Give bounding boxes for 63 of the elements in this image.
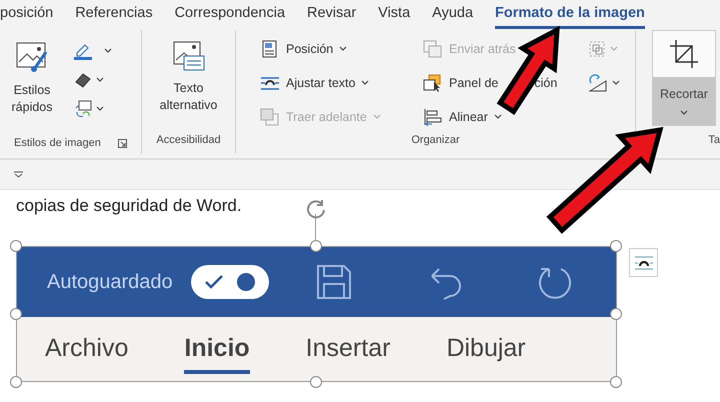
align-icon (423, 108, 443, 126)
customize-toolbar-icon[interactable] (14, 171, 23, 178)
ribbon-tab[interactable]: Ayuda (432, 3, 474, 28)
app-tab[interactable]: Inicio (184, 324, 250, 374)
caret-icon (104, 48, 112, 54)
resize-handle[interactable] (310, 240, 322, 252)
alt-text-button[interactable]: Texto alternativo (148, 40, 228, 132)
ribbon-tab[interactable]: posición (0, 3, 54, 28)
ribbon-command[interactable]: Panel de ción (423, 72, 588, 94)
ribbon-command[interactable]: Ajustar texto (260, 72, 423, 94)
group-label: Organizar (410, 133, 461, 148)
ribbon-tab[interactable]: Referencias (75, 3, 153, 28)
caret-icon (339, 46, 348, 52)
dialog-launcher-icon[interactable] (118, 138, 127, 148)
bring-forward-icon (260, 108, 280, 126)
app-tab[interactable]: Insertar (306, 324, 390, 374)
ribbon-command[interactable]: Alinear (423, 106, 588, 128)
picture-brush-icon (15, 40, 49, 74)
quick-styles-button[interactable]: Estilos rápidos (2, 40, 62, 132)
wrap-text-icon (634, 254, 654, 270)
autosave-label: Autoguardado (47, 270, 173, 295)
caret-icon (96, 77, 104, 83)
resize-handle[interactable] (610, 308, 622, 320)
resize-handle[interactable] (10, 376, 22, 388)
caret-icon (680, 110, 688, 116)
label-tail: ción (534, 74, 558, 92)
eraser-icon (74, 72, 92, 88)
ribbon-tab[interactable]: Revisar (307, 3, 356, 28)
resize-handle[interactable] (310, 376, 322, 388)
autosave-toggle[interactable] (190, 265, 269, 299)
picture-change-icon (74, 100, 92, 118)
caret-icon (494, 114, 502, 120)
app-tab[interactable]: Archivo (45, 324, 128, 374)
ribbon-tab[interactable]: Vista (378, 3, 410, 28)
save-icon[interactable] (316, 265, 351, 299)
toggle-knob (236, 273, 255, 291)
resize-handle[interactable] (10, 308, 22, 320)
resize-handle[interactable] (10, 240, 22, 252)
layout-options-button[interactable] (629, 248, 658, 277)
document-text: copias de seguridad de Word. (16, 196, 242, 215)
pen-icon (74, 42, 92, 60)
check-icon (204, 275, 223, 289)
rotate-handle-icon[interactable] (305, 199, 327, 219)
alt-text-icon (172, 40, 206, 72)
caret-icon (361, 80, 370, 86)
group-label: Accesibilidad (155, 133, 222, 148)
ribbon-tab[interactable]: Correspondencia (174, 3, 286, 28)
caret-icon (610, 46, 618, 52)
send-backward-icon (423, 40, 443, 58)
caret-icon (612, 80, 620, 86)
selection-pane-icon (423, 74, 443, 92)
group-label: Estilos de imagen (14, 136, 101, 151)
crop-button[interactable]: Recortar (652, 30, 716, 126)
resize-handle[interactable] (610, 240, 622, 252)
caret-icon (96, 106, 104, 112)
resize-handle[interactable] (610, 376, 622, 388)
crop-icon (669, 39, 699, 69)
caret-icon (372, 114, 381, 120)
ribbon-command[interactable]: Posición (260, 38, 423, 60)
group-objects-icon (588, 40, 606, 58)
app-tab[interactable]: Dibujar (446, 324, 526, 374)
group-label: Ta (707, 133, 720, 148)
rotate-icon (588, 74, 608, 92)
